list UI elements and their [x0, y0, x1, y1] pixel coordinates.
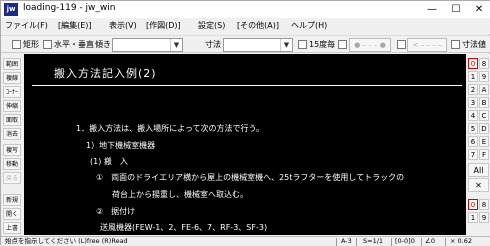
deg15-label: 15度毎: [309, 40, 336, 49]
slope-label: 傾き: [95, 40, 111, 49]
group-button-0[interactable]: 0: [468, 199, 478, 210]
hv-label: 水平・垂直: [54, 40, 94, 49]
heading-underline: [32, 85, 462, 86]
drawing-text-line: ① 両面のドライエリア横から屋上の機械室機へ、25tラフターを使用してトラックの: [96, 173, 405, 182]
chevron-down-icon: ▼: [170, 39, 182, 51]
menu-bar: ファイル(F) [編集(E)] 表示(V) [作図(D)] 設定(S) [その他…: [1, 18, 490, 34]
tool-offset[interactable]: 複線: [3, 72, 21, 84]
dim-value-checkbox[interactable]: [451, 40, 460, 49]
menu-edit[interactable]: [編集(E)]: [58, 20, 92, 31]
layer-button-a[interactable]: A: [479, 84, 489, 95]
title-bar: jw loading-119 - jw_win — ☐ ✕: [1, 1, 490, 18]
layer-button-b[interactable]: B: [479, 97, 489, 108]
layer-button-7[interactable]: 7: [468, 149, 478, 160]
control-toolbar: 矩形 水平・垂直 傾き ▼ 寸法 ▼ 15度毎 ● – – – ● < – – …: [1, 35, 490, 53]
menu-view[interactable]: 表示(V): [109, 20, 137, 31]
rect-label: 矩形: [23, 40, 39, 49]
drawing-canvas[interactable]: 搬入方法記入例(2) 1．搬入方法は、搬入場所によって次の方法で行う。 1）地下…: [24, 54, 466, 235]
layer-button-d[interactable]: D: [479, 123, 489, 134]
layer-button-f[interactable]: F: [479, 149, 489, 160]
menu-file[interactable]: ファイル(F): [5, 20, 48, 31]
point-mode-button[interactable]: ● – – – ●: [349, 38, 391, 52]
layer-toolbar: 0 8 1 9 2 A 3 B 4 C 5 D 6 E 7 F All ✕ 0 …: [467, 54, 490, 236]
minimize-button[interactable]: —: [421, 1, 443, 18]
drawing-text-line: ② 据付け: [96, 207, 136, 216]
menu-help[interactable]: ヘルプ(H): [291, 20, 327, 31]
hv-checkbox[interactable]: [43, 40, 52, 49]
left-toolbar: 範囲 複線 ｺｰﾅｰ 伸縮 面取 消去 複写 移動 戻る 新規 開く 上書: [1, 54, 23, 236]
tool-corner[interactable]: ｺｰﾅｰ: [3, 86, 21, 98]
tool-save[interactable]: 上書: [3, 222, 21, 234]
tool-range[interactable]: 範囲: [3, 58, 21, 70]
window-title: loading-119 - jw_win: [23, 3, 116, 13]
arrow-checkbox[interactable]: [397, 40, 406, 49]
dim-value-label: 寸法値: [462, 40, 486, 49]
menu-settings[interactable]: 設定(S): [198, 20, 225, 31]
layer-button-0[interactable]: 0: [468, 58, 478, 69]
menu-other[interactable]: [その他(A)]: [237, 20, 279, 31]
tool-open[interactable]: 開く: [3, 208, 21, 220]
layer-button-c[interactable]: C: [479, 110, 489, 121]
rect-checkbox[interactable]: [12, 40, 21, 49]
layer-button-1[interactable]: 1: [468, 71, 478, 82]
drawing-heading: 搬入方法記入例(2): [54, 67, 157, 80]
close-icon[interactable]: ✕: [468, 178, 489, 192]
all-layers-button[interactable]: All: [468, 163, 489, 177]
group-button-1[interactable]: 1: [468, 212, 478, 223]
layer-button-3[interactable]: 3: [468, 97, 478, 108]
layer-button-6[interactable]: 6: [468, 136, 478, 147]
layer-button-8[interactable]: 8: [479, 58, 489, 69]
layer-button-e[interactable]: E: [479, 136, 489, 147]
layer-button-2[interactable]: 2: [468, 84, 478, 95]
drawing-text-line: 1．搬入方法は、搬入場所によって次の方法で行う。: [76, 124, 264, 133]
drawing-text-line: (1) 搬 入: [90, 157, 128, 166]
tool-erase[interactable]: 消去: [3, 128, 21, 140]
size-combo[interactable]: ▼: [223, 38, 293, 52]
drawing-text-line: 1）地下機械室機器: [86, 141, 156, 150]
tool-stretch[interactable]: 伸縮: [3, 100, 21, 112]
tool-copy[interactable]: 複写: [3, 144, 21, 156]
tool-chamfer[interactable]: 面取: [3, 114, 21, 126]
layer-button-5[interactable]: 5: [468, 123, 478, 134]
drawing-text-line: 荷台上から揚重し、機械室へ取込む。: [112, 190, 248, 199]
layer-button-4[interactable]: 4: [468, 110, 478, 121]
menu-draw[interactable]: [作図(D)]: [146, 20, 181, 31]
arrow-mode-button[interactable]: < – – – –: [407, 38, 447, 52]
app-window: jw loading-119 - jw_win — ☐ ✕ ファイル(F) [編…: [0, 0, 490, 246]
deg15-checkbox[interactable]: [298, 40, 307, 49]
tool-move[interactable]: 移動: [3, 158, 21, 170]
group-button-9[interactable]: 9: [479, 212, 489, 223]
drawing-text-line: 送風機器(FEW-1、2、FE-6、7、RF-3、SF-3): [100, 223, 268, 232]
tool-undo[interactable]: 戻る: [3, 172, 21, 184]
layer-button-9[interactable]: 9: [479, 71, 489, 82]
close-button[interactable]: ✕: [468, 1, 490, 18]
size-label: 寸法: [205, 40, 221, 49]
maximize-button[interactable]: ☐: [445, 1, 467, 18]
app-logo-icon: jw: [4, 3, 18, 16]
slope-combo[interactable]: ▼: [112, 38, 183, 52]
tool-new[interactable]: 新規: [3, 194, 21, 206]
group-button-8[interactable]: 8: [479, 199, 489, 210]
chevron-down-icon: ▼: [280, 39, 292, 51]
point-checkbox[interactable]: [338, 40, 347, 49]
